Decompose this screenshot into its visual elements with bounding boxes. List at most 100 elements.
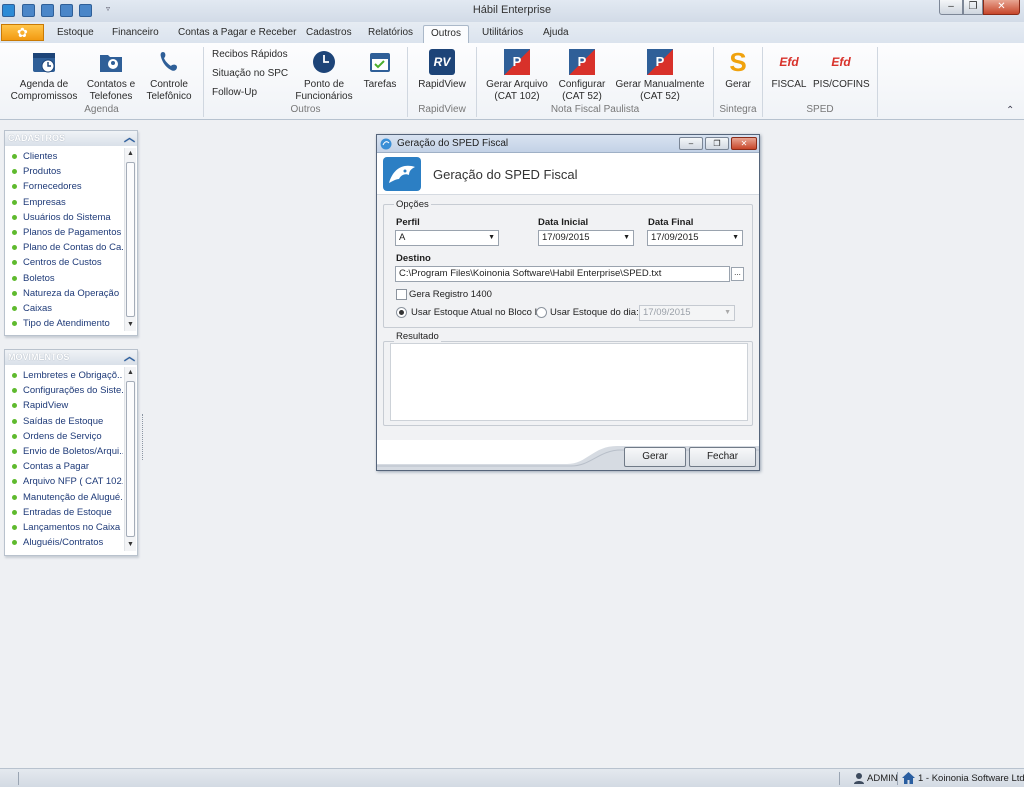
recibos-rapidos-button[interactable]: Recibos Rápidos <box>212 49 288 60</box>
sped-fiscal-dialog: Geração do SPED Fiscal – ❐ ✕ Geração do … <box>376 134 760 471</box>
movimentos-item-ordens-servico[interactable]: Ordens de Serviço <box>5 429 123 444</box>
dialog-minimize-button[interactable]: – <box>679 137 703 150</box>
movimentos-item-rapidview[interactable]: RapidView <box>5 398 123 413</box>
tab-outros[interactable]: Outros <box>423 25 469 43</box>
estoque-atual-radio[interactable] <box>396 307 407 318</box>
sped-fiscal-button[interactable]: Efd FISCAL <box>770 47 808 91</box>
contatos-telefones-line2: Telefones <box>89 91 133 102</box>
data-final-picker[interactable]: 17/09/2015 ▼ <box>647 230 743 246</box>
scroll-down-icon[interactable]: ▼ <box>125 319 136 331</box>
scroll-thumb[interactable] <box>126 381 135 537</box>
cadastros-item-caixas[interactable]: Caixas <box>5 301 123 316</box>
gera-registro-checkbox[interactable] <box>396 289 407 300</box>
sintegra-gerar-button[interactable]: S Gerar <box>722 47 754 91</box>
movimentos-item-entradas-estoque[interactable]: Entradas de Estoque <box>5 505 123 520</box>
cadastros-item-centros-custos[interactable]: Centros de Custos <box>5 255 123 270</box>
controle-telefonico-line1: Controle <box>150 79 188 90</box>
dialog-title: Geração do SPED Fiscal <box>397 138 509 149</box>
estoque-dia-picker[interactable]: 17/09/2015 ▼ <box>639 305 735 321</box>
ribbon: Agenda de Compromissos Contatos e Telefo… <box>0 43 1024 120</box>
scroll-up-icon[interactable]: ▲ <box>125 367 136 379</box>
nfp-icon: P <box>569 49 595 75</box>
resultado-textarea[interactable] <box>390 343 748 421</box>
cadastros-item-empresas[interactable]: Empresas <box>5 195 123 210</box>
destino-browse-button[interactable]: ... <box>731 267 744 281</box>
gerar-manualmente-cat52-button[interactable]: P Gerar Manualmente (CAT 52) <box>615 47 705 103</box>
data-inicial-picker[interactable]: 17/09/2015 ▼ <box>538 230 634 246</box>
tab-estoque[interactable]: Estoque <box>51 25 100 43</box>
cadastros-scrollbar[interactable]: ▲ ▼ <box>124 148 136 331</box>
configurar-cat52-button[interactable]: P Configurar (CAT 52) <box>555 47 609 103</box>
scroll-thumb[interactable] <box>126 162 135 317</box>
dialog-title-bar[interactable]: Geração do SPED Fiscal – ❐ ✕ <box>377 135 759 153</box>
fechar-button[interactable]: Fechar <box>689 447 756 467</box>
collapse-up-icon[interactable]: ︿ <box>124 351 135 363</box>
group-nfp-label: Nota Fiscal Paulista <box>550 104 640 115</box>
movimentos-item-lancamentos-caixa[interactable]: Lançamentos no Caixa <box>5 520 123 535</box>
movimentos-item-arquivo-nfp[interactable]: Arquivo NFP ( CAT 102... <box>5 474 123 489</box>
scroll-up-icon[interactable]: ▲ <box>125 148 136 160</box>
cadastros-item-clientes[interactable]: Clientes <box>5 149 123 164</box>
movimentos-scrollbar[interactable]: ▲ ▼ <box>124 367 136 551</box>
situacao-spc-button[interactable]: Situação no SPC <box>212 68 288 79</box>
maximize-button[interactable]: ❐ <box>963 0 983 15</box>
status-divider <box>18 772 19 785</box>
tab-ajuda[interactable]: Ajuda <box>537 25 575 43</box>
cadastros-panel-header[interactable]: CADASTROS ︿ <box>5 131 137 146</box>
tab-utilitarios[interactable]: Utilitários <box>476 25 529 43</box>
movimentos-item-saidas-estoque[interactable]: Saídas de Estoque <box>5 414 123 429</box>
movimentos-item-manutencao-alugueis[interactable]: Manutenção de Alugué... <box>5 490 123 505</box>
cadastros-item-produtos[interactable]: Produtos <box>5 164 123 179</box>
close-button[interactable]: ✕ <box>983 0 1020 15</box>
sidebar-splitter[interactable] <box>142 414 146 460</box>
rapidview-button[interactable]: RV RapidView <box>414 47 470 91</box>
dialog-maximize-button[interactable]: ❐ <box>705 137 729 150</box>
movimentos-item-lembretes[interactable]: Lembretes e Obrigaçõ... <box>5 368 123 383</box>
controle-telefonico-button[interactable]: Controle Telefônico <box>143 47 195 103</box>
cadastros-item-tipo-atendimento[interactable]: Tipo de Atendimento <box>5 316 123 331</box>
tarefas-button[interactable]: Tarefas <box>360 47 400 91</box>
cadastros-item-fornecedores[interactable]: Fornecedores <box>5 179 123 194</box>
movimentos-item-envio-boletos[interactable]: Envio de Boletos/Arqui... <box>5 444 123 459</box>
radio-selected-dot <box>399 310 404 315</box>
ribbon-collapse-icon[interactable]: ⌃ <box>1006 105 1014 116</box>
sped-fiscal-label: FISCAL <box>771 79 807 90</box>
tab-cadastros[interactable]: Cadastros <box>300 25 358 43</box>
minimize-button[interactable]: – <box>939 0 963 15</box>
title-bar: ▿ Hábil Enterprise – ❐ ✕ <box>0 0 1024 22</box>
perfil-select[interactable]: A ▼ <box>395 230 499 246</box>
ponto-funcionarios-line1: Ponto de <box>303 79 345 90</box>
movimentos-item-configuracoes[interactable]: Configurações do Siste... <box>5 383 123 398</box>
cadastros-item-planos-pagamentos[interactable]: Planos de Pagamentos <box>5 225 123 240</box>
cadastros-item-plano-contas[interactable]: Plano de Contas do Ca... <box>5 240 123 255</box>
estoque-dia-radio[interactable] <box>536 307 547 318</box>
scroll-down-icon[interactable]: ▼ <box>125 539 136 551</box>
tab-relatorios[interactable]: Relatórios <box>362 25 419 43</box>
ponto-funcionarios-button[interactable]: Ponto de Funcionários <box>294 47 354 103</box>
movimentos-item-alugueis-contratos[interactable]: Aluguéis/Contratos <box>5 535 123 550</box>
cadastros-item-natureza-operacao[interactable]: Natureza da Operação <box>5 286 123 301</box>
dialog-close-button[interactable]: ✕ <box>731 137 757 150</box>
gerar-arquivo-cat102-button[interactable]: P Gerar Arquivo (CAT 102) <box>484 47 550 103</box>
tab-contas-pagar-receber[interactable]: Contas a Pagar e Receber <box>172 25 302 43</box>
contatos-telefones-button[interactable]: Contatos e Telefones <box>84 47 138 103</box>
cadastros-item-boletos[interactable]: Boletos <box>5 271 123 286</box>
ribbon-separator <box>877 47 878 117</box>
nfp-icon: P <box>647 49 673 75</box>
movimentos-item-contas-pagar[interactable]: Contas a Pagar <box>5 459 123 474</box>
app-menu-button[interactable]: ✿ <box>1 24 44 41</box>
agenda-compromissos-button[interactable]: Agenda de Compromissos <box>8 47 80 103</box>
tab-financeiro[interactable]: Financeiro <box>106 25 165 43</box>
movimentos-panel-header[interactable]: MOVIMENTOS ︿ <box>5 350 137 365</box>
follow-up-button[interactable]: Follow-Up <box>212 87 257 98</box>
sped-pis-cofins-button[interactable]: Efd PIS/COFINS <box>813 47 870 91</box>
dialog-header: Geração do SPED Fiscal <box>377 153 759 195</box>
app-icon <box>380 138 392 150</box>
collapse-up-icon[interactable]: ︿ <box>124 132 135 144</box>
group-sped-label: SPED <box>806 104 834 115</box>
cadastros-item-usuarios[interactable]: Usuários do Sistema <box>5 210 123 225</box>
destino-input[interactable]: C:\Program Files\Koinonia Software\Habil… <box>395 266 730 282</box>
sintegra-icon: S <box>729 47 747 77</box>
sintegra-gerar-label: Gerar <box>725 79 751 90</box>
gerar-button[interactable]: Gerar <box>624 447 686 467</box>
